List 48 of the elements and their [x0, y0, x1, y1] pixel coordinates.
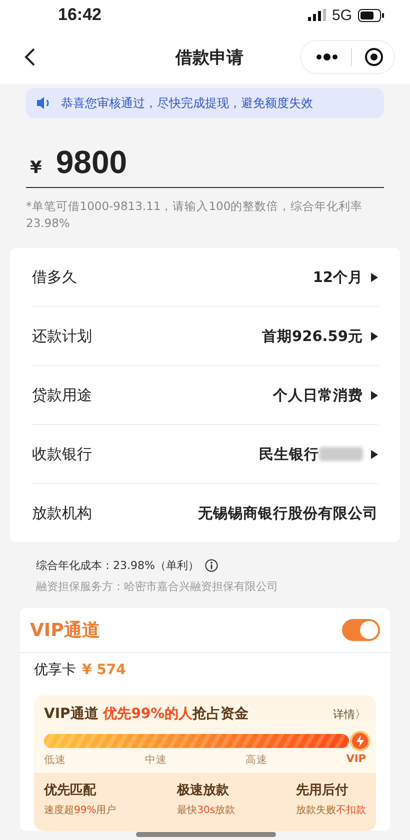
benefit-title: 先用后付 [296, 782, 349, 799]
benefit-text: 放款失败不扣款 [296, 804, 366, 817]
signal-icon [308, 9, 326, 21]
caret-icon[interactable] [371, 332, 378, 340]
row-value: 12个月 [312, 268, 363, 286]
vip-title: VIP通道 [30, 619, 100, 642]
speed-label: 低速 [44, 753, 66, 767]
row-value: 个人日常消费 [273, 386, 363, 404]
row-label: 收款银行 [32, 444, 92, 464]
row-label: 贷款用途 [32, 386, 92, 404]
card-label: 优享卡 [34, 661, 76, 679]
battery-icon [358, 8, 384, 22]
lightning-icon [350, 731, 370, 751]
vip-headline: VIP通道 优先99%的人抢占资金 [44, 705, 249, 723]
caret-icon[interactable] [371, 450, 378, 458]
cost-label: 综合年化成本：23.98%（单利） [36, 558, 199, 573]
guarantor-text: 融资担保服务方：哈密市嘉合兴融资担保有限公司 [36, 579, 279, 594]
speed-label: 高速 [246, 753, 268, 767]
speed-label: VIP [346, 753, 366, 767]
close-icon[interactable] [364, 47, 384, 67]
details-link[interactable]: 详情〉 [333, 706, 366, 722]
benefit-title: 极速放款 [177, 782, 230, 799]
vip-toggle[interactable] [342, 619, 380, 641]
caret-icon[interactable] [371, 272, 378, 282]
card-price: ¥ 574 [82, 662, 126, 678]
row-value: 无锡锡商银行股份有限公司 [198, 504, 378, 522]
benefit-text: 最快30s放款 [177, 804, 236, 817]
back-icon[interactable] [24, 47, 36, 67]
row-label: 还款计划 [32, 326, 92, 346]
row-value: 首期926.59元 [262, 328, 363, 346]
page-title: 借款申请 [176, 46, 244, 68]
row-label: 放款机构 [32, 504, 92, 522]
caret-icon[interactable] [371, 390, 378, 400]
redaction-mask [319, 447, 363, 461]
notice-text: 恭喜您审核通过，尽快完成提现，避免额度失效 [61, 94, 313, 112]
speed-label: 中速 [144, 753, 167, 767]
more-icon[interactable] [315, 53, 339, 61]
row-label: 借多久 [32, 268, 77, 286]
amount-value: 9800 [56, 144, 128, 181]
benefit-text: 速度超99%用户 [44, 804, 116, 817]
currency-symbol: ¥ [30, 158, 42, 178]
benefit-title: 优先匹配 [44, 782, 98, 799]
amount-hint: *单笔可借1000-9813.11，请输入100的整数倍，综合年化利率23.98% [26, 198, 364, 232]
network-label: 5G [332, 6, 352, 24]
row-value: 民生银行 [259, 446, 319, 464]
amount-field[interactable]: ¥ 9800 [26, 118, 384, 188]
info-icon[interactable] [204, 559, 218, 572]
status-time: 16:42 [58, 5, 102, 25]
